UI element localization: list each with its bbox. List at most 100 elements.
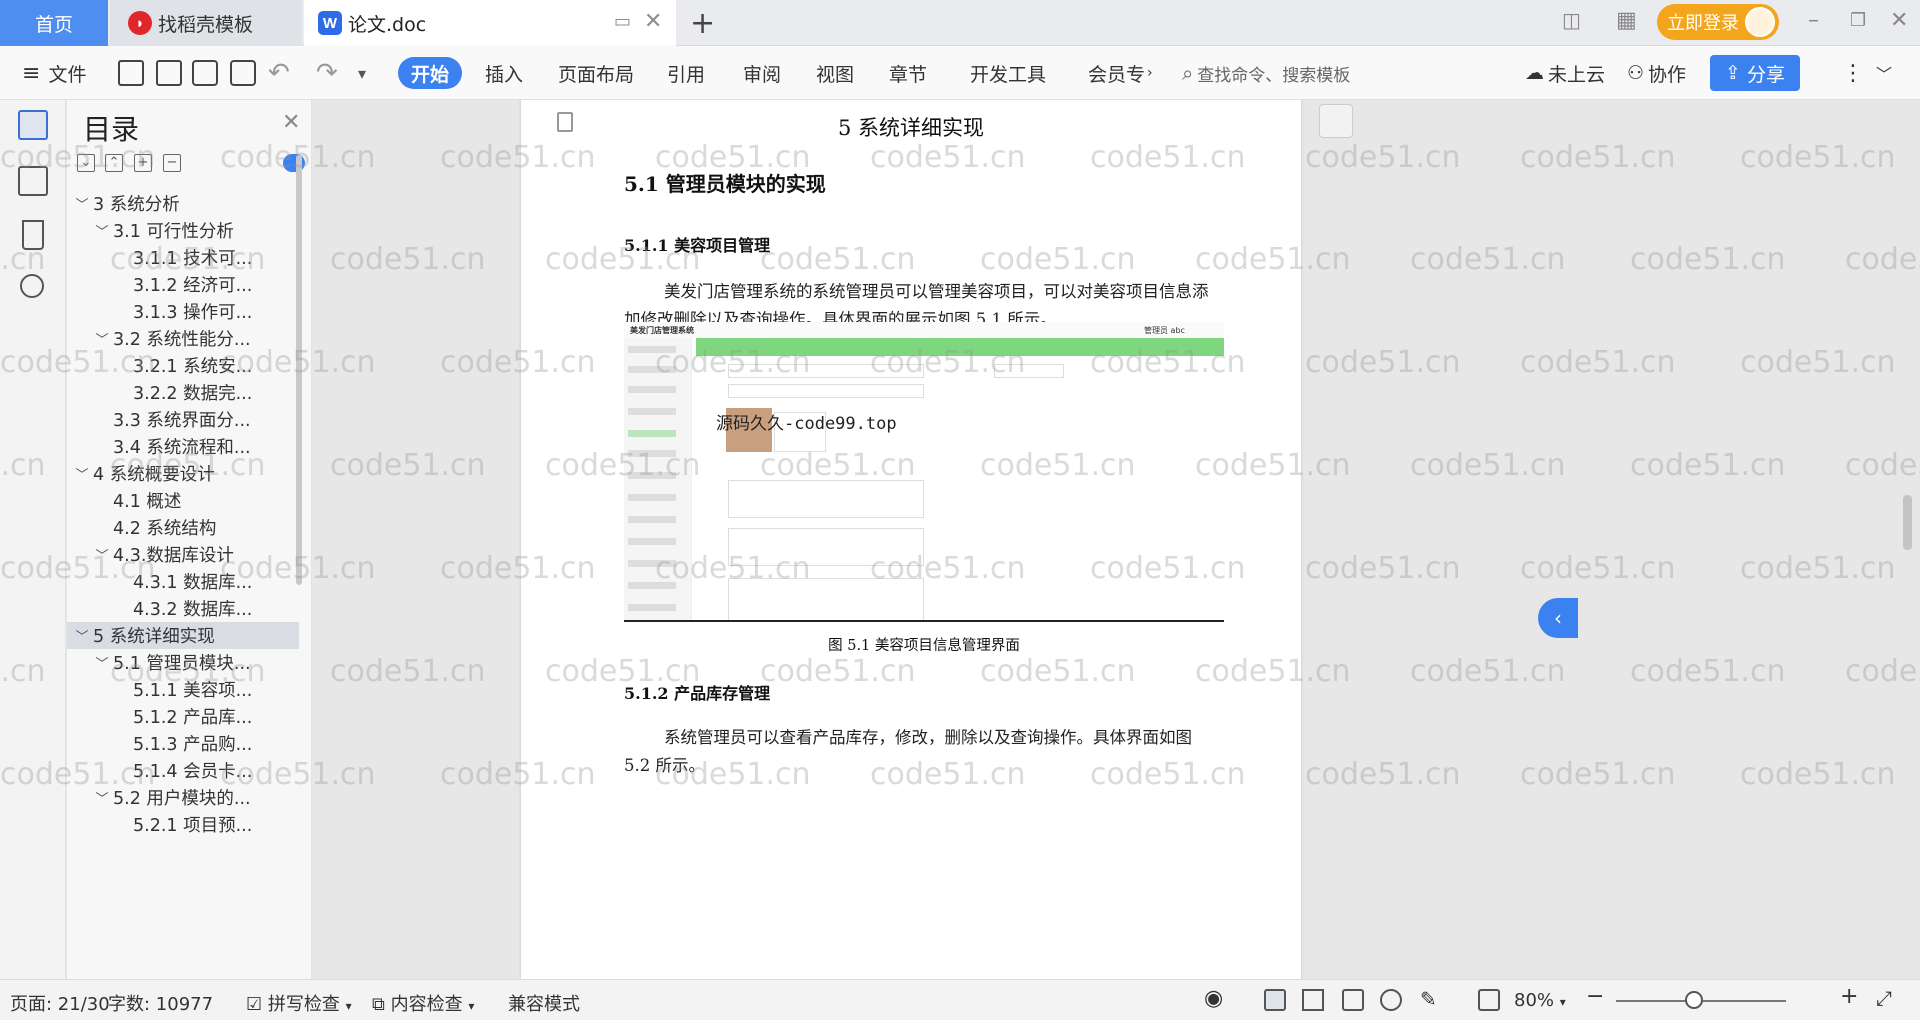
pen-icon[interactable]: ✎ [1420, 987, 1437, 1011]
apps-grid-icon[interactable]: ▦ [1616, 8, 1637, 33]
zoom-in-icon[interactable]: + [1840, 984, 1858, 1009]
toc-item[interactable]: ﹀ 5 系统详细实现 [67, 622, 299, 649]
remove-heading-icon[interactable]: − [163, 154, 181, 172]
navigation-icon[interactable] [18, 166, 48, 196]
expand-panel-button[interactable]: ‹ [1538, 598, 1578, 638]
chevron-down-icon[interactable]: ﹀ [91, 788, 113, 807]
toc-item-label: 5.1.2 产品库... [133, 708, 253, 728]
restore-icon[interactable]: ❐ [1850, 10, 1866, 31]
tab-document[interactable]: W 论文.doc ▭ ✕ [304, 0, 676, 46]
close-window-icon[interactable]: ✕ [1890, 8, 1908, 33]
quick-access-dropdown-icon[interactable]: ▾ [358, 46, 366, 100]
minimize-icon[interactable]: – [1808, 8, 1819, 33]
command-search[interactable]: ⌕ 查找命令、搜索模板 [1182, 46, 1350, 100]
search-icon[interactable] [20, 274, 44, 298]
toc-item[interactable]: 4.3.1 数据库... [67, 568, 299, 595]
zoom-out-icon[interactable]: − [1586, 984, 1604, 1009]
toc-item[interactable]: 4.3.2 数据库... [67, 595, 299, 622]
collapse-all-icon[interactable]: ⌄ [77, 154, 95, 172]
close-tab-icon[interactable]: ✕ [644, 9, 662, 34]
toc-item[interactable]: 3.3 系统界面分... [67, 406, 299, 433]
tab-review[interactable]: 审阅 [743, 46, 781, 100]
toc-item[interactable]: 5.1.4 会员卡... [67, 757, 299, 784]
toc-item[interactable]: ﹀ 3 系统分析 [67, 190, 299, 217]
tab-insert[interactable]: 插入 [485, 46, 523, 100]
page-view-icon[interactable] [1264, 989, 1286, 1011]
toc-item[interactable]: 4.2 系统结构 [67, 514, 299, 541]
vertical-scrollbar[interactable] [1903, 495, 1912, 550]
toc-item[interactable]: ﹀ 3.2 系统性能分... [67, 325, 299, 352]
chevron-down-icon[interactable]: ﹀ [91, 329, 113, 348]
tab-references[interactable]: 引用 [667, 46, 705, 100]
toc-item[interactable]: 3.4 系统流程和... [67, 433, 299, 460]
read-view-icon[interactable] [1342, 989, 1364, 1011]
toc-item[interactable]: 5.1.3 产品购... [67, 730, 299, 757]
chevron-down-icon[interactable]: ﹀ [91, 545, 113, 564]
toc-item[interactable]: 5.1.2 产品库... [67, 703, 299, 730]
toc-item[interactable]: 3.1.1 技术可... [67, 244, 299, 271]
hamburger-icon: ≡ [22, 60, 41, 86]
chevron-down-icon[interactable]: ﹀ [91, 653, 113, 672]
bookmark-icon[interactable] [22, 220, 44, 250]
word-count[interactable]: 字数: 10977 [108, 990, 213, 1016]
toc-item[interactable]: 3.1.3 操作可... [67, 298, 299, 325]
web-view-icon[interactable] [1380, 989, 1402, 1011]
toc-item[interactable]: ﹀ 4.3.数据库设计 [67, 541, 299, 568]
toc-item[interactable]: ﹀ 4 系统概要设计 [67, 460, 299, 487]
expand-up-icon[interactable]: ⌃ [105, 154, 123, 172]
toc-panel-icon[interactable] [18, 110, 48, 140]
eye-protection-icon[interactable]: ◉ [1204, 986, 1223, 1011]
tab-developer[interactable]: 开发工具 [970, 46, 1046, 100]
toc-item[interactable]: ﹀ 3.1 可行性分析 [67, 217, 299, 244]
layout-icon[interactable]: ◫ [1562, 8, 1581, 32]
outline-view-icon[interactable] [1302, 989, 1324, 1011]
toc-item[interactable]: 4.1 概述 [67, 487, 299, 514]
chevron-down-icon[interactable]: ﹀ [91, 221, 113, 240]
save-icon[interactable] [118, 60, 144, 86]
save-as-icon[interactable] [156, 60, 182, 86]
spell-check[interactable]: ☑ 拼写检查 ▾ [246, 990, 352, 1016]
chevron-down-icon[interactable]: ﹀ [71, 464, 93, 483]
toc-item[interactable]: 3.2.2 数据完... [67, 379, 299, 406]
print-preview-icon[interactable] [230, 60, 256, 86]
tab-member[interactable]: 会员专 › [1088, 46, 1153, 100]
chevron-down-icon[interactable]: ﹀ [71, 626, 93, 645]
filter-icon[interactable] [1319, 104, 1353, 138]
toc-item[interactable]: ﹀ 5.1 管理员模块... [67, 649, 299, 676]
toc-item[interactable]: 5.2.1 项目预... [67, 811, 299, 838]
dropdown-icon: ▾ [1559, 995, 1566, 1009]
tab-page-layout[interactable]: 页面布局 [558, 46, 634, 100]
toc-scrollbar[interactable] [296, 155, 302, 585]
fullscreen-icon[interactable]: ⤢ [1876, 986, 1892, 1010]
close-icon[interactable]: ✕ [282, 110, 300, 135]
toc-item[interactable]: 3.1.2 经济可... [67, 271, 299, 298]
tab-view[interactable]: 视图 [816, 46, 854, 100]
chevron-down-icon[interactable]: ﹀ [71, 194, 93, 213]
content-check[interactable]: ⧉ 内容检查 ▾ [372, 990, 474, 1016]
zoom-level[interactable]: 80% ▾ [1514, 990, 1566, 1011]
add-heading-icon[interactable]: + [134, 154, 152, 172]
zoom-slider-thumb[interactable] [1685, 991, 1703, 1009]
undo-icon[interactable]: ↶ [268, 46, 290, 100]
toc-item[interactable]: 5.1.1 美容项... [67, 676, 299, 703]
collaborate-button[interactable]: ⚇ 协作 [1627, 46, 1686, 100]
toc-item[interactable]: 3.2.1 系统安... [67, 352, 299, 379]
tab-template[interactable]: ◗ 找稻壳模板 [110, 0, 302, 46]
fit-page-icon[interactable] [1478, 989, 1500, 1011]
new-tab-button[interactable]: + [690, 6, 715, 41]
more-icon[interactable]: ⋮ [1842, 46, 1864, 100]
share-button[interactable]: ⇪ 分享 [1710, 55, 1800, 91]
window-mode-icon[interactable]: ▭ [614, 11, 631, 32]
file-menu[interactable]: ≡ 文件 [22, 46, 86, 100]
tab-start[interactable]: 开始 [398, 57, 462, 89]
tab-home[interactable]: 首页 [0, 0, 108, 46]
cloud-status[interactable]: ☁ 未上云 [1525, 46, 1605, 100]
print-icon[interactable] [192, 60, 218, 86]
collapse-ribbon-icon[interactable]: ﹀ [1876, 46, 1892, 100]
login-button[interactable]: 立即登录 [1657, 4, 1779, 40]
redo-icon[interactable]: ↷ [316, 46, 338, 100]
document-area: 5 系统详细实现 5.1 管理员模块的实现 5.1.1 美容项目管理 美发门店管… [313, 100, 1920, 979]
toc-item[interactable]: ﹀ 5.2 用户模块的... [67, 784, 299, 811]
document-page[interactable]: 5 系统详细实现 5.1 管理员模块的实现 5.1.1 美容项目管理 美发门店管… [521, 100, 1301, 979]
tab-chapter[interactable]: 章节 [889, 46, 927, 100]
